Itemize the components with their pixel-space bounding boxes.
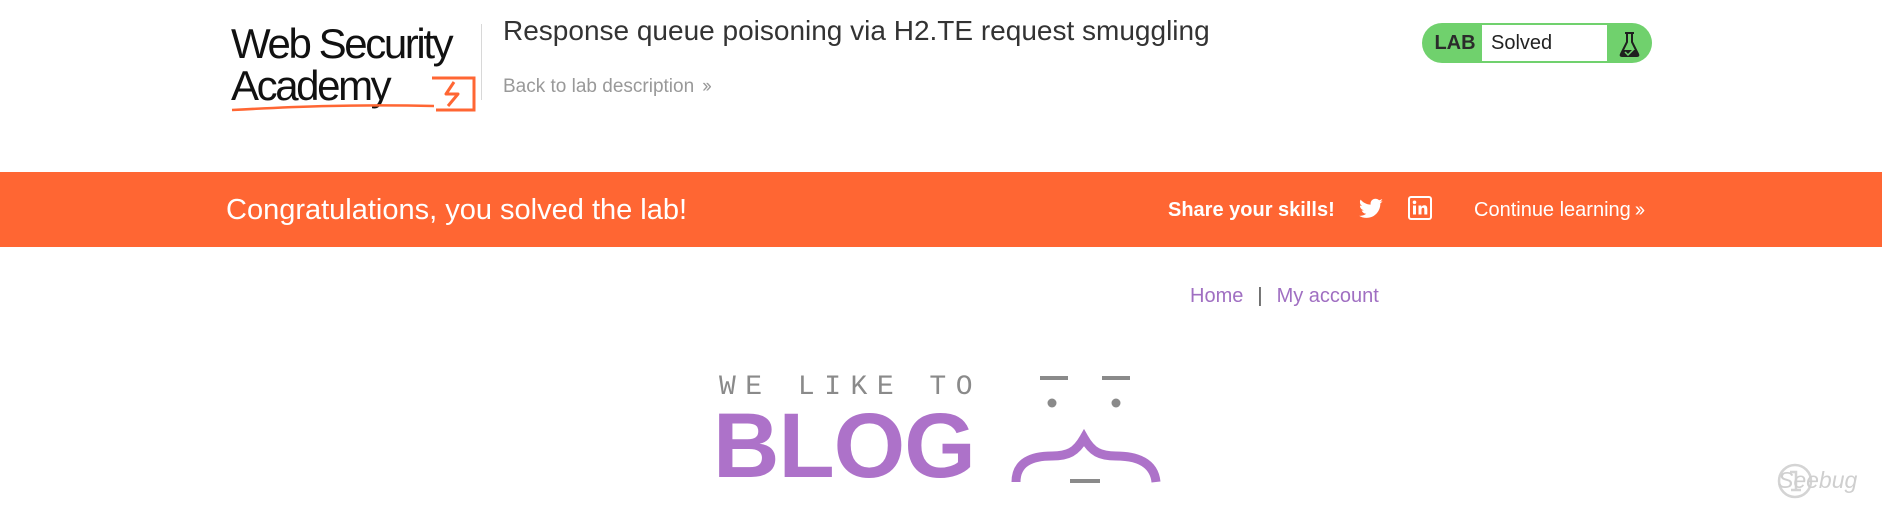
seebug-watermark: Seebug (1778, 467, 1858, 493)
solved-banner: Congratulations, you solved the lab! Sha… (0, 172, 1882, 247)
continue-learning-link[interactable]: Continue learning ›› (1474, 198, 1645, 222)
lab-status-text: Solved (1482, 25, 1607, 61)
lab-status-widget: LAB Solved (1422, 23, 1652, 63)
double-chevron-right-icon: ›› (1634, 199, 1645, 221)
twitter-icon[interactable] (1358, 196, 1384, 222)
flask-icon (1619, 32, 1640, 57)
logo-mark-icon (231, 76, 476, 112)
congratulations-message: Congratulations, you solved the lab! (226, 194, 688, 226)
lab-tag: LAB (1434, 32, 1476, 54)
header-divider (481, 24, 482, 100)
nav-my-account-link[interactable]: My account (1277, 285, 1379, 307)
nav-home-link[interactable]: Home (1190, 285, 1243, 307)
web-security-academy-logo[interactable]: Web Security Academy (228, 20, 480, 114)
top-nav: Home | My account (1190, 284, 1379, 308)
lab-title: Response queue poisoning via H2.TE reque… (503, 15, 1210, 46)
double-chevron-right-icon: ›› (702, 76, 712, 97)
blog-wordmark: BLOG (713, 395, 976, 497)
linkedin-icon[interactable] (1408, 196, 1432, 220)
continue-learning-label: Continue learning (1474, 199, 1631, 221)
blog-face-logo-icon (1011, 376, 1161, 483)
back-to-lab-description-link[interactable]: Back to lab description ›› (503, 75, 712, 99)
share-skills-label: Share your skills! (1168, 199, 1335, 221)
back-link-label: Back to lab description (503, 76, 695, 97)
nav-separator: | (1257, 285, 1263, 307)
